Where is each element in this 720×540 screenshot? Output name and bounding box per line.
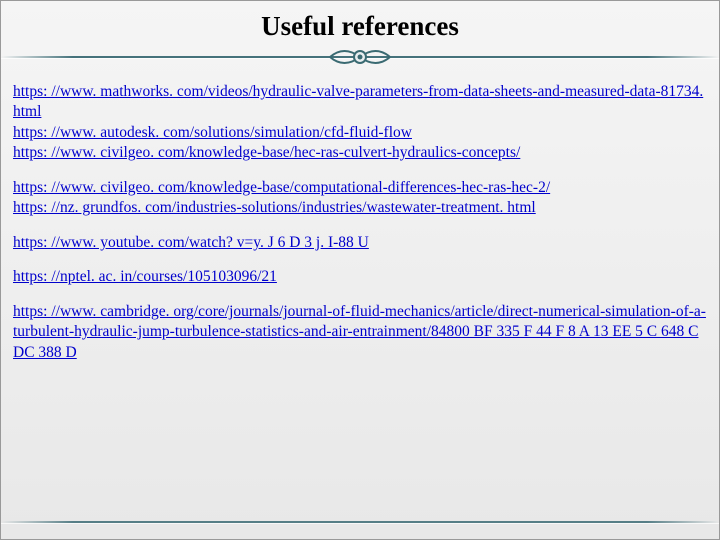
footer-divider — [1, 521, 719, 523]
title-divider — [1, 46, 719, 74]
reference-link[interactable]: https: //www. autodesk. com/solutions/si… — [13, 124, 412, 141]
title-bar: Useful references — [1, 1, 719, 46]
reference-link[interactable]: https: //nptel. ac. in/courses/105103096… — [13, 268, 277, 285]
content-area: https: //www. mathworks. com/videos/hydr… — [1, 74, 719, 363]
divider-ornament-icon — [328, 45, 392, 69]
reference-link[interactable]: https: //www. youtube. com/watch? v=y. J… — [13, 234, 369, 251]
reference-link[interactable]: https: //www. mathworks. com/videos/hydr… — [13, 83, 703, 120]
reference-group: https: //www. cambridge. org/core/journa… — [13, 302, 707, 363]
reference-group: https: //www. mathworks. com/videos/hydr… — [13, 82, 707, 164]
page-title: Useful references — [1, 11, 719, 42]
slide: Useful references https: //www. mathwork… — [0, 0, 720, 540]
reference-group: https: //www. youtube. com/watch? v=y. J… — [13, 233, 707, 253]
reference-group: https: //nptel. ac. in/courses/105103096… — [13, 267, 707, 287]
reference-link[interactable]: https: //www. civilgeo. com/knowledge-ba… — [13, 179, 550, 196]
reference-link[interactable]: https: //www. cambridge. org/core/journa… — [13, 303, 706, 361]
reference-link[interactable]: https: //www. civilgeo. com/knowledge-ba… — [13, 144, 520, 161]
reference-group: https: //www. civilgeo. com/knowledge-ba… — [13, 178, 707, 219]
reference-link[interactable]: https: //nz. grundfos. com/industries-so… — [13, 199, 536, 216]
